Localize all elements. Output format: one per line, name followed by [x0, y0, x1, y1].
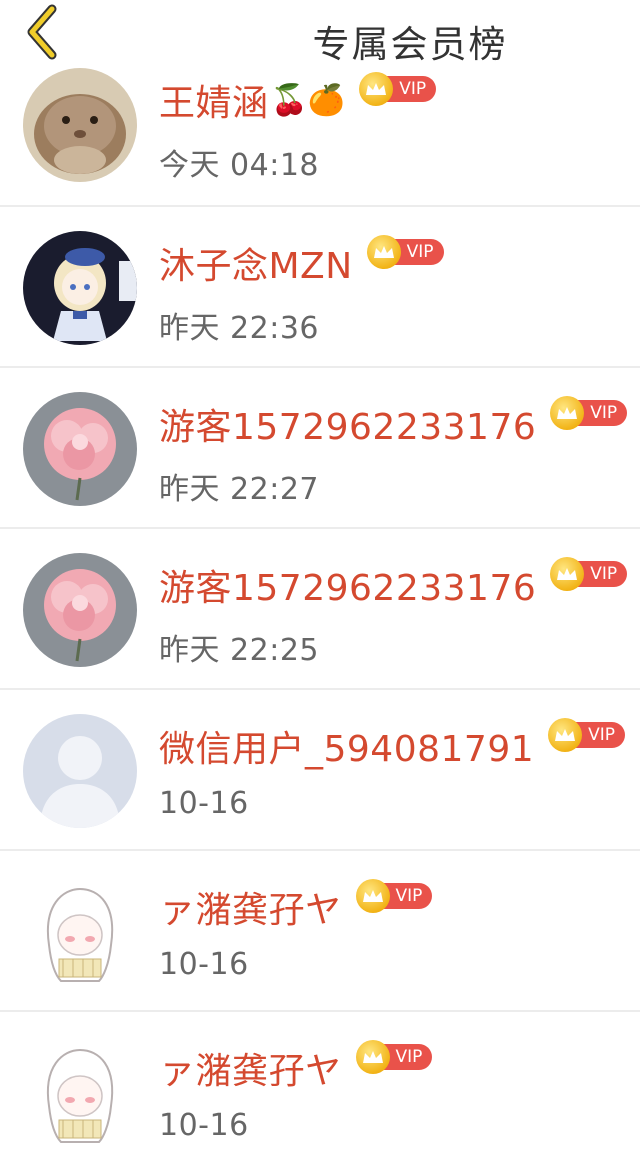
vip-badge: VIP [550, 557, 628, 591]
list-item[interactable]: ァ潴龚孖ヤ VIP 10-16 [0, 851, 640, 1012]
list-item[interactable]: 游客1572962233176 VIP 昨天 22:25 [0, 529, 640, 690]
member-name: 游客1572962233176 [159, 568, 537, 609]
crown-icon [355, 879, 390, 913]
sketch-girl-avatar [23, 875, 137, 989]
vip-badge: VIP [548, 718, 626, 752]
vip-badge: VIP [359, 72, 437, 106]
visit-time: 10-16 [159, 786, 249, 821]
member-name: 王婧涵 [159, 83, 269, 124]
pink-flower-avatar [23, 392, 137, 506]
list-item[interactable]: ァ潴龚孖ヤ VIP 10-16 [0, 1012, 640, 1173]
name-line: ァ潴龚孖ヤ VIP [159, 879, 433, 931]
member-name: 微信用户_594081791 [159, 729, 535, 770]
visit-time: 昨天 22:27 [159, 472, 319, 507]
vip-badge: VIP [366, 235, 444, 269]
visit-time: 10-16 [159, 947, 249, 982]
hamster-avatar [23, 68, 137, 182]
list-item[interactable]: 沐子念MZN VIP 昨天 22:36 [0, 207, 640, 368]
sketch-girl-avatar [23, 1036, 137, 1150]
name-line: 游客1572962233176 VIP [159, 396, 628, 448]
vip-badge: VIP [355, 879, 433, 913]
visit-time: 昨天 22:25 [159, 633, 319, 668]
member-name: ァ潴龚孖ヤ [159, 890, 342, 931]
name-line: 王婧涵 🍒🍊 VIP [159, 72, 437, 124]
vip-badge: VIP [550, 396, 628, 430]
name-line: 微信用户_594081791 VIP [159, 718, 626, 770]
name-line: 沐子念MZN VIP [159, 235, 444, 287]
list-item[interactable]: 游客1572962233176 VIP 昨天 22:27 [0, 368, 640, 529]
default-user-avatar [23, 714, 137, 828]
cherry-orange-emoji: 🍒🍊 [270, 82, 346, 118]
visit-time: 昨天 22:36 [159, 311, 319, 346]
crown-icon [548, 718, 583, 752]
crown-icon [366, 235, 401, 269]
member-list: 王婧涵 🍒🍊 VIP 今天 04:18 沐子念MZN VIP 昨天 22:36 … [0, 44, 640, 1173]
crown-icon [359, 72, 394, 106]
crown-icon [355, 1040, 390, 1074]
member-name: 沐子念MZN [159, 246, 353, 287]
member-name: ァ潴龚孖ヤ [159, 1051, 342, 1092]
visit-time: 10-16 [159, 1108, 249, 1143]
vip-badge: VIP [355, 1040, 433, 1074]
pink-flower-avatar [23, 553, 137, 667]
member-name: 游客1572962233176 [159, 407, 537, 448]
name-line: ァ潴龚孖ヤ VIP [159, 1040, 433, 1092]
list-item[interactable]: 王婧涵 🍒🍊 VIP 今天 04:18 [0, 44, 640, 207]
name-line: 游客1572962233176 VIP [159, 557, 628, 609]
list-item[interactable]: 微信用户_594081791 VIP 10-16 [0, 690, 640, 851]
visit-time: 今天 04:18 [159, 148, 319, 183]
anime-girl-avatar [23, 231, 137, 345]
